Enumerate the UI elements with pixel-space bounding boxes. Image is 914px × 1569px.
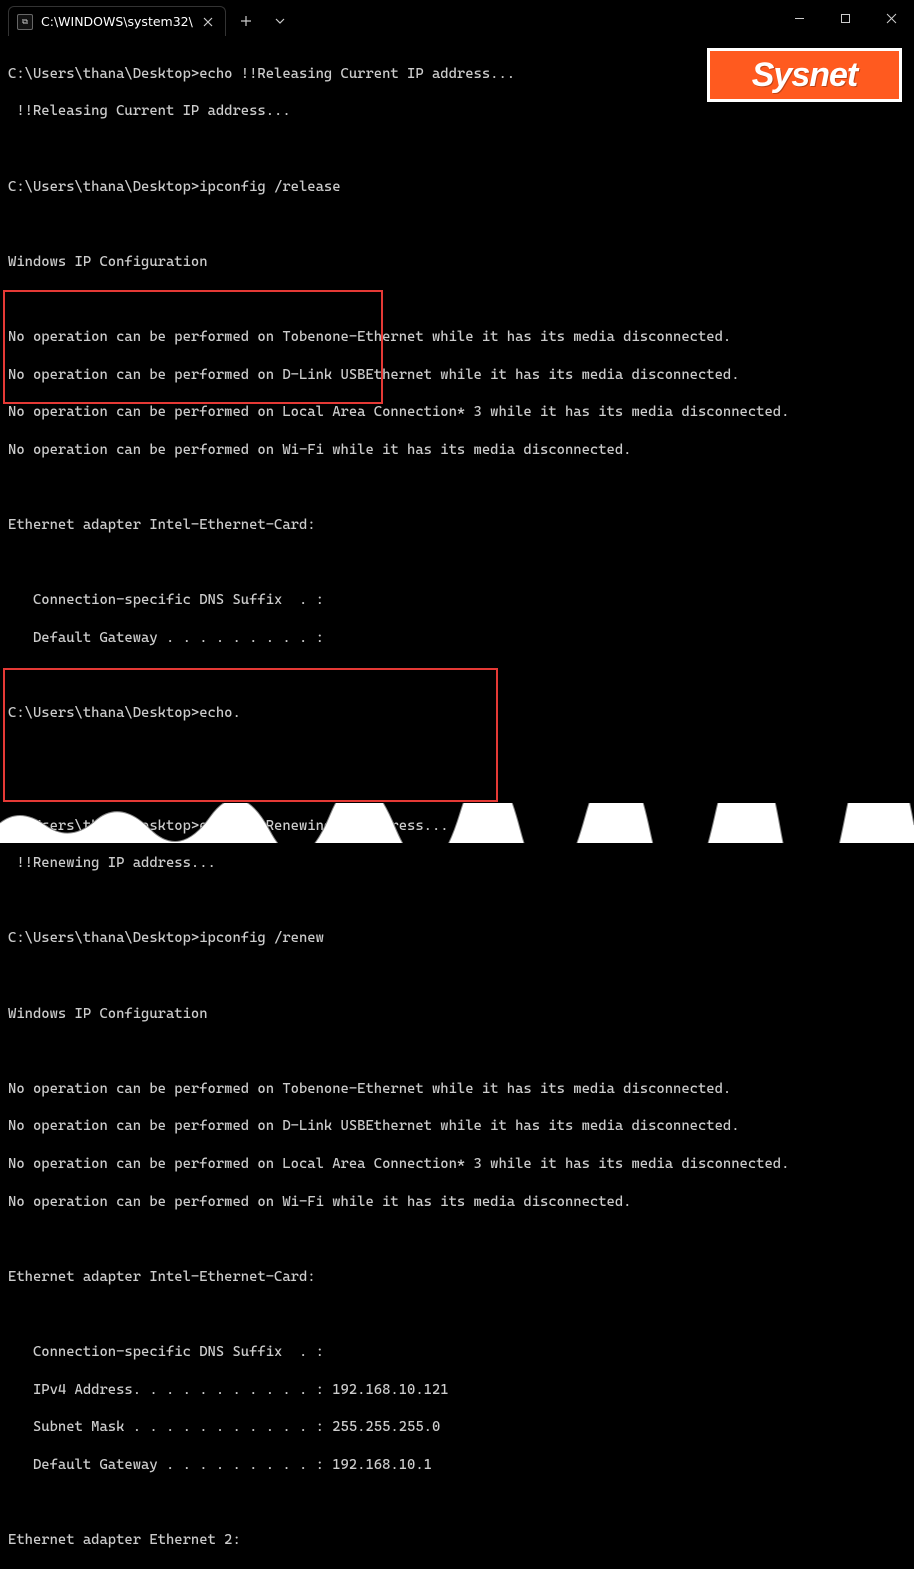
minimize-button[interactable]: [776, 0, 822, 36]
terminal-line: C:\Users\thana\Desktop>ipconfig /renew: [8, 929, 906, 948]
terminal-line: No operation can be performed on D-Link …: [8, 1117, 906, 1136]
terminal-line: Subnet Mask . . . . . . . . . . . : 255.…: [8, 1418, 906, 1437]
terminal-line: [8, 967, 906, 986]
terminal-line: No operation can be performed on Local A…: [8, 403, 906, 422]
terminal-line: IPv4 Address. . . . . . . . . . . : 192.…: [8, 1381, 906, 1400]
terminal-line: [8, 666, 906, 685]
terminal-line: C:\Users\thana\Desktop>echo !!Releasing …: [8, 65, 906, 84]
maximize-button[interactable]: [822, 0, 868, 36]
terminal-line: [8, 892, 906, 911]
terminal-line: Connection-specific DNS Suffix . :: [8, 1343, 906, 1362]
close-tab-button[interactable]: [201, 15, 215, 29]
terminal-line: [8, 1305, 906, 1324]
terminal-line: C:\Users\thana\Desktop>echo.: [8, 704, 906, 723]
terminal-line: !!Releasing Current IP address...: [8, 102, 906, 121]
terminal-line: No operation can be performed on Local A…: [8, 1155, 906, 1174]
tab-title-label: C:\WINDOWS\system32\: [41, 14, 193, 29]
terminal-line: Default Gateway . . . . . . . . . :: [8, 629, 906, 648]
torn-edge-decor: [0, 803, 914, 843]
terminal-line: !!Renewing IP address...: [8, 854, 906, 873]
terminal-line: Windows IP Configuration: [8, 1005, 906, 1024]
terminal-line: [8, 1493, 906, 1512]
terminal-line: [8, 1042, 906, 1061]
terminal-line: [8, 478, 906, 497]
terminal-line: [8, 554, 906, 573]
terminal-line: No operation can be performed on Wi-Fi w…: [8, 441, 906, 460]
tab-actions: [236, 5, 290, 31]
terminal-line: Default Gateway . . . . . . . . . : 192.…: [8, 1456, 906, 1475]
tab-dropdown-button[interactable]: [270, 11, 290, 31]
terminal-line: [8, 290, 906, 309]
terminal-line: C:\Users\thana\Desktop>ipconfig /release: [8, 178, 906, 197]
terminal-line: Connection-specific DNS Suffix . :: [8, 591, 906, 610]
window-controls: [776, 0, 914, 36]
terminal-line: No operation can be performed on Wi-Fi w…: [8, 1193, 906, 1212]
terminal-line: [8, 215, 906, 234]
title-bar: C:\WINDOWS\system32\: [0, 0, 914, 36]
terminal-line: No operation can be performed on Tobenon…: [8, 1080, 906, 1099]
terminal-line: [8, 140, 906, 159]
cmd-icon: [17, 14, 33, 30]
tab-active[interactable]: C:\WINDOWS\system32\: [8, 6, 226, 36]
new-tab-button[interactable]: [236, 11, 256, 31]
terminal-line: [8, 741, 906, 760]
terminal-line: Ethernet adapter Ethernet 2:: [8, 1531, 906, 1550]
terminal-line: [8, 779, 906, 798]
terminal-line: No operation can be performed on Tobenon…: [8, 328, 906, 347]
terminal-line: Ethernet adapter Intel-Ethernet-Card:: [8, 516, 906, 535]
terminal-line: [8, 1230, 906, 1249]
terminal-line: Windows IP Configuration: [8, 253, 906, 272]
terminal-line: No operation can be performed on D-Link …: [8, 366, 906, 385]
window-close-button[interactable]: [868, 0, 914, 36]
terminal-line: Ethernet adapter Intel-Ethernet-Card:: [8, 1268, 906, 1287]
